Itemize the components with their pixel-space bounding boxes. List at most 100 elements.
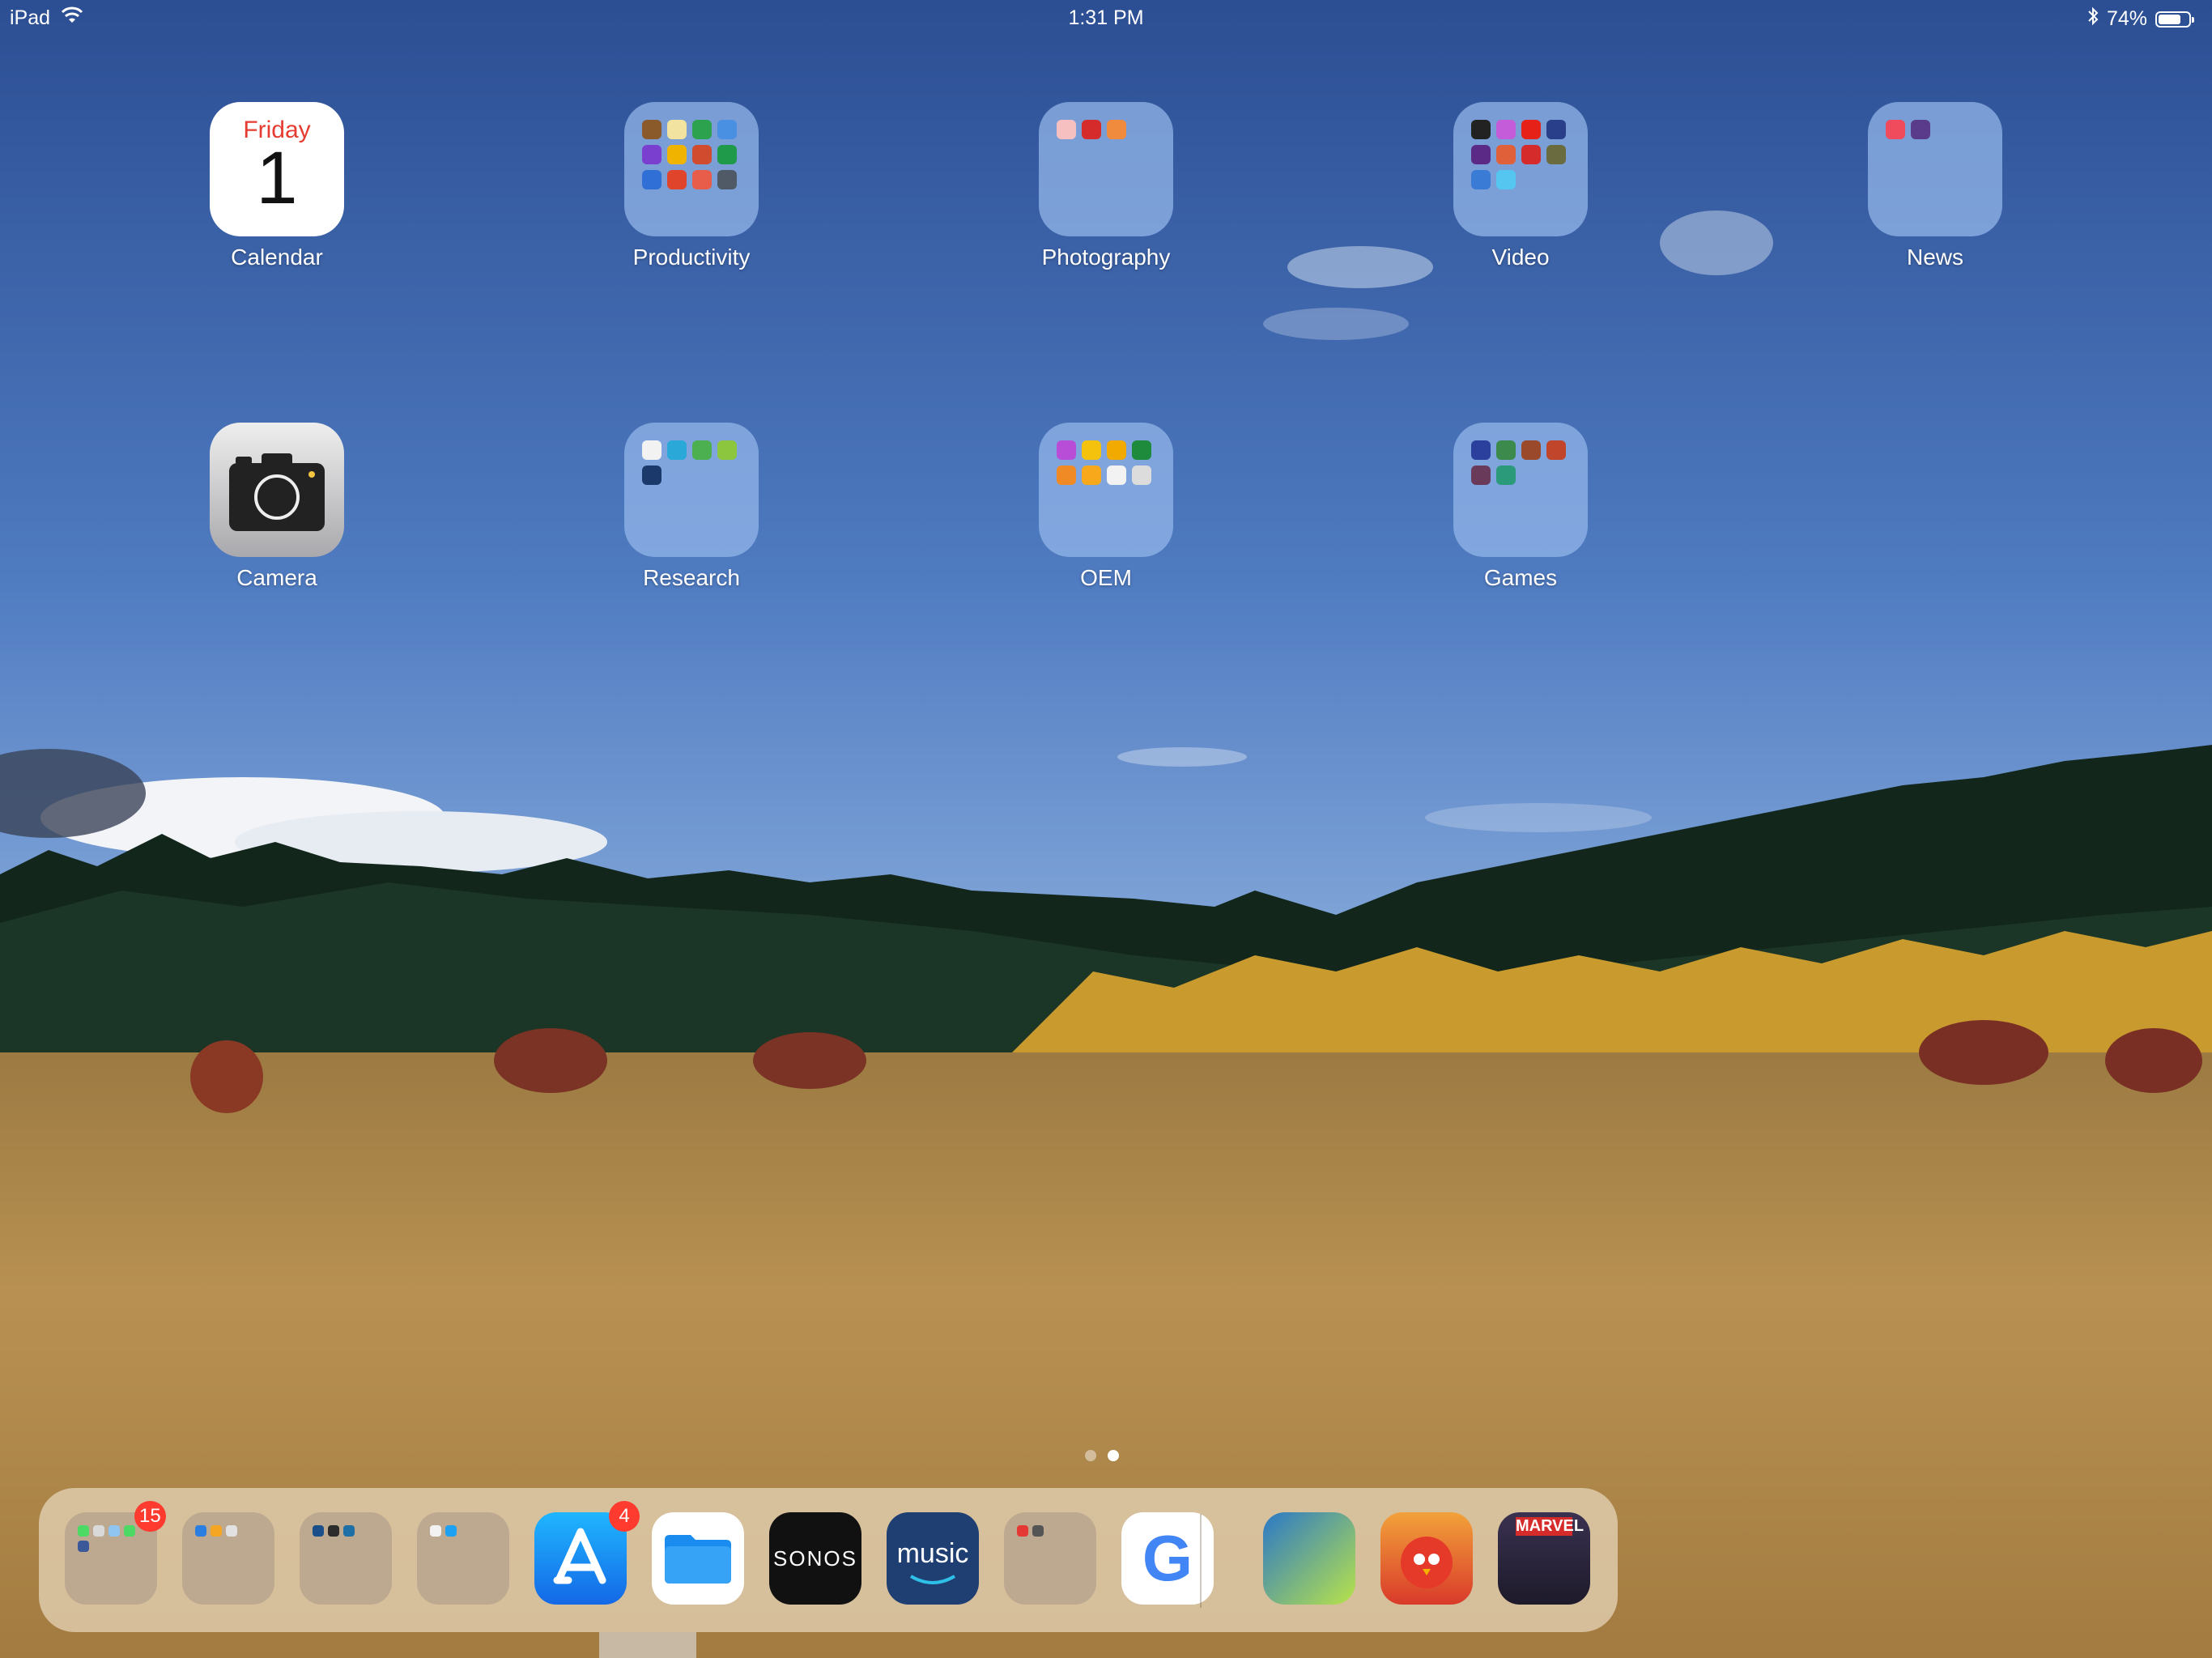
- mini-app-icon: [1521, 145, 1541, 164]
- mini-app-icon: [1546, 145, 1566, 164]
- mini-app-icon: [692, 170, 712, 189]
- folder-icon: [624, 423, 759, 557]
- files-folder-icon: [665, 1535, 731, 1584]
- mini-app-icon: [642, 170, 661, 189]
- mini-app-icon: [717, 120, 737, 139]
- mini-app-icon: [1471, 120, 1491, 139]
- mini-app-icon: [195, 1525, 206, 1537]
- dock: SONOS music G MARVEL: [39, 1488, 1618, 1632]
- mini-app-icon: [1496, 145, 1516, 164]
- marvel-logo: MARVEL: [1516, 1517, 1585, 1536]
- amazon-music-app[interactable]: music: [887, 1512, 979, 1605]
- mini-app-icon: [1132, 466, 1151, 485]
- mini-app-icon: [1057, 120, 1076, 139]
- folder-label: Research: [643, 565, 740, 590]
- mini-app-icon: [642, 120, 661, 139]
- amazon-smile-icon: [909, 1575, 956, 1584]
- mini-app-icon: [1107, 120, 1126, 139]
- folder-icon: [1453, 102, 1588, 236]
- files-app[interactable]: [652, 1512, 744, 1605]
- folder-productivity[interactable]: Productivity: [594, 102, 789, 270]
- mini-app-icon: [445, 1525, 457, 1537]
- folder-research[interactable]: Research: [594, 423, 789, 591]
- recent-angry-birds-app[interactable]: [1380, 1512, 1473, 1605]
- sonos-logo: SONOS: [773, 1546, 857, 1571]
- mini-app-icon: [343, 1525, 355, 1537]
- status-bar: iPad 1:31 PM 74%: [0, 0, 2212, 34]
- mini-app-icon: [1107, 466, 1126, 485]
- dock-folder-5[interactable]: [1004, 1512, 1096, 1605]
- folder-news[interactable]: News: [1838, 102, 2032, 270]
- mini-app-icon: [692, 145, 712, 164]
- battery-fill: [2159, 14, 2180, 24]
- app-label: Calendar: [231, 244, 323, 270]
- mini-app-icon: [1057, 466, 1076, 485]
- camera-icon: [210, 423, 344, 557]
- clock: 1:31 PM: [1068, 6, 1144, 29]
- mini-app-icon: [124, 1525, 135, 1537]
- dock-folder-4[interactable]: [417, 1512, 509, 1605]
- mini-app-icon: [1082, 440, 1101, 460]
- mini-app-icon: [642, 145, 661, 164]
- app-label: Camera: [236, 565, 317, 590]
- mini-app-icon: [1032, 1525, 1044, 1537]
- mini-app-icon: [642, 440, 661, 460]
- mini-app-icon: [1496, 170, 1516, 189]
- mini-app-icon: [717, 145, 737, 164]
- mini-app-icon: [642, 466, 661, 485]
- mini-app-icon: [1546, 440, 1566, 460]
- battery-icon: [2155, 11, 2194, 28]
- mini-app-icon: [667, 120, 687, 139]
- folder-label: News: [1906, 244, 1963, 270]
- angry-bird-icon: [1401, 1537, 1453, 1588]
- mini-app-icon: [717, 170, 737, 189]
- mini-app-icon: [93, 1525, 104, 1537]
- folder-oem[interactable]: OEM: [1009, 423, 1203, 591]
- mini-app-icon: [108, 1525, 120, 1537]
- mini-app-icon: [78, 1541, 89, 1552]
- mini-app-icon: [1496, 120, 1516, 139]
- mini-app-icon: [667, 170, 687, 189]
- folder-icon: [1039, 423, 1173, 557]
- mini-app-icon: [1471, 440, 1491, 460]
- sonos-app[interactable]: SONOS: [769, 1512, 861, 1605]
- mini-app-icon: [1546, 120, 1566, 139]
- folder-label: Video: [1491, 244, 1550, 270]
- mini-app-icon: [717, 440, 737, 460]
- dock-folder-2[interactable]: [182, 1512, 274, 1605]
- bluetooth-icon: [2087, 6, 2099, 32]
- mini-app-icon: [226, 1525, 237, 1537]
- app-calendar[interactable]: Friday 1 Calendar: [180, 102, 374, 270]
- mini-app-icon: [1496, 440, 1516, 460]
- recent-marvel-app[interactable]: MARVEL: [1498, 1512, 1590, 1605]
- mini-app-icon: [667, 145, 687, 164]
- battery-percent: 74%: [2106, 7, 2147, 30]
- folder-games[interactable]: Games: [1423, 423, 1618, 591]
- folder-label: OEM: [1080, 565, 1132, 590]
- calendar-icon: Friday 1: [210, 102, 344, 236]
- folder-photography[interactable]: Photography: [1009, 102, 1203, 270]
- mini-app-icon: [1082, 120, 1101, 139]
- folder-video[interactable]: Video: [1423, 102, 1618, 270]
- recent-app-1[interactable]: [1263, 1512, 1355, 1605]
- mini-app-icon: [667, 440, 687, 460]
- mini-app-icon: [1496, 466, 1516, 485]
- mini-app-icon: [211, 1525, 222, 1537]
- app-camera[interactable]: Camera: [180, 423, 374, 591]
- notification-badge: 15: [134, 1501, 166, 1532]
- dock-folder-3[interactable]: [300, 1512, 392, 1605]
- mini-app-icon: [313, 1525, 324, 1537]
- mini-app-icon: [1521, 120, 1541, 139]
- mini-app-icon: [1471, 145, 1491, 164]
- mini-app-icon: [1082, 466, 1101, 485]
- mini-app-icon: [1886, 120, 1905, 139]
- folder-label: Productivity: [632, 244, 751, 270]
- page-dot-1[interactable]: [1085, 1450, 1096, 1461]
- mini-app-icon: [1017, 1525, 1028, 1537]
- folder-icon: [1039, 102, 1173, 236]
- mini-app-icon: [1132, 440, 1151, 460]
- mini-app-icon: [78, 1525, 89, 1537]
- page-dot-2[interactable]: [1108, 1450, 1119, 1461]
- page-indicator[interactable]: [1085, 1450, 1119, 1461]
- folder-label: Games: [1483, 565, 1558, 590]
